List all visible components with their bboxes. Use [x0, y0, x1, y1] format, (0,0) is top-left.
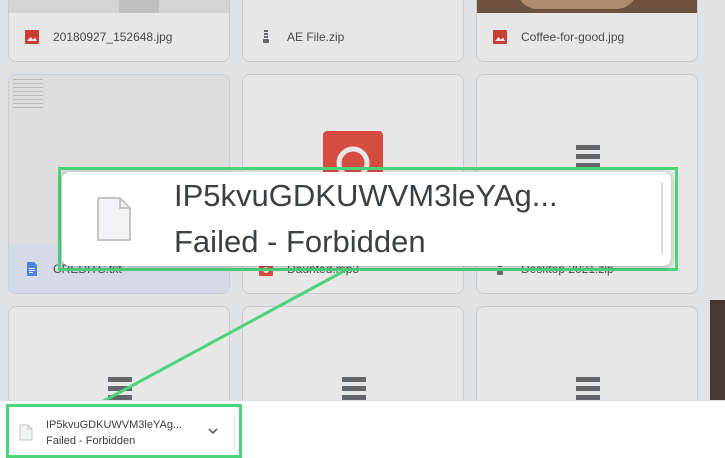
file-card[interactable]: Coffee-for-good.jpg [476, 0, 698, 62]
zoom-filename: IP5kvuGDKUWVM3leYAg... [174, 178, 558, 213]
generic-file-icon [97, 197, 131, 241]
download-item[interactable]: IP5kvuGDKUWVM3leYAg... Failed - Forbidde… [6, 404, 242, 458]
generic-file-icon [19, 424, 33, 441]
zoom-status: Failed - Forbidden [174, 224, 426, 259]
doc-file-icon [27, 262, 37, 276]
download-bar: IP5kvuGDKUWVM3leYAg... Failed - Forbidde… [0, 400, 725, 458]
file-name: Coffee-for-good.jpg [521, 30, 625, 44]
image-file-icon [25, 30, 39, 44]
file-card[interactable] [8, 306, 230, 400]
file-caption: AE File.zip [243, 13, 463, 61]
divider [661, 182, 663, 254]
zip-stack-icon [342, 377, 366, 400]
file-card[interactable]: 20180927_152648.jpg [8, 0, 230, 62]
zip-file-icon [263, 30, 269, 43]
file-name: AE File.zip [287, 30, 345, 44]
download-filename: IP5kvuGDKUWVM3leYAg... [46, 419, 183, 431]
partial-photo-thumbnail [710, 300, 725, 400]
file-caption: 20180927_152648.jpg [9, 13, 229, 61]
file-name: 20180927_152648.jpg [53, 30, 173, 44]
zip-stack-icon [576, 377, 600, 400]
chevron-down-icon[interactable] [207, 426, 219, 436]
file-caption: Coffee-for-good.jpg [477, 13, 697, 61]
zoom-callout: IP5kvuGDKUWVM3leYAg... Failed - Forbidde… [62, 172, 671, 266]
file-card[interactable] [242, 306, 464, 400]
download-status: Failed - Forbidden [46, 435, 136, 447]
zip-stack-icon [108, 377, 132, 400]
image-file-icon [493, 30, 507, 44]
divider [234, 415, 235, 449]
file-card[interactable]: AE File.zip [242, 0, 464, 62]
file-card[interactable] [476, 306, 698, 400]
